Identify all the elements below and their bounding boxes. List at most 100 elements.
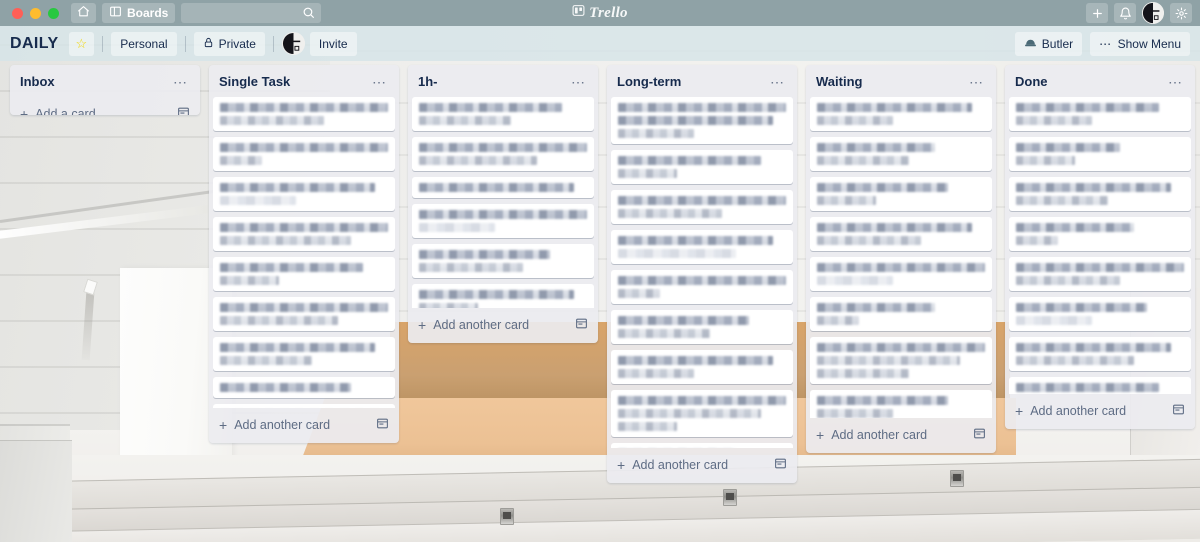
card[interactable] bbox=[611, 97, 793, 144]
list-menu-icon[interactable]: ⋯ bbox=[368, 75, 391, 89]
list-inbox[interactable]: Inbox ⋯ + Add a card bbox=[10, 65, 200, 115]
search-input[interactable] bbox=[187, 7, 316, 19]
list-title[interactable]: Inbox bbox=[20, 74, 169, 89]
card-redacted-text bbox=[419, 183, 574, 192]
card[interactable] bbox=[412, 244, 594, 278]
settings-button[interactable] bbox=[1170, 3, 1192, 23]
list-done[interactable]: Done ⋯ + Add another card bbox=[1005, 65, 1195, 429]
maximize-window-button[interactable] bbox=[48, 7, 59, 19]
member-avatar[interactable] bbox=[281, 32, 305, 55]
card[interactable] bbox=[611, 150, 793, 184]
card-container[interactable] bbox=[1005, 97, 1195, 394]
card-template-icon[interactable] bbox=[774, 457, 787, 473]
card[interactable] bbox=[213, 377, 395, 398]
card[interactable] bbox=[412, 177, 594, 198]
card[interactable] bbox=[213, 137, 395, 171]
list-title[interactable]: Long-term bbox=[617, 74, 766, 89]
card-container[interactable] bbox=[806, 97, 996, 418]
card[interactable] bbox=[810, 297, 992, 331]
card[interactable] bbox=[1009, 337, 1191, 371]
list-title[interactable]: Single Task bbox=[219, 74, 368, 89]
card[interactable] bbox=[213, 257, 395, 291]
add-card-button[interactable]: + Add a card bbox=[10, 97, 200, 115]
card[interactable] bbox=[1009, 177, 1191, 211]
list-waiting[interactable]: Waiting ⋯ + Add another card bbox=[806, 65, 996, 453]
list-title[interactable]: Waiting bbox=[816, 74, 965, 89]
list-menu-icon[interactable]: ⋯ bbox=[1164, 75, 1187, 89]
card[interactable] bbox=[810, 137, 992, 171]
add-card-button[interactable]: + Add another card bbox=[806, 418, 996, 453]
card[interactable] bbox=[810, 337, 992, 384]
card[interactable] bbox=[213, 177, 395, 211]
add-card-button[interactable]: + Add another card bbox=[408, 308, 598, 343]
card[interactable] bbox=[810, 97, 992, 131]
card[interactable] bbox=[412, 284, 594, 308]
invite-button[interactable]: Invite bbox=[309, 31, 357, 56]
card-template-icon[interactable] bbox=[376, 417, 389, 433]
card[interactable] bbox=[810, 217, 992, 251]
add-card-button[interactable]: + Add another card bbox=[607, 448, 797, 483]
card-redacted-text bbox=[220, 116, 325, 125]
list-menu-icon[interactable]: ⋯ bbox=[965, 75, 988, 89]
card[interactable] bbox=[1009, 97, 1191, 131]
card[interactable] bbox=[1009, 137, 1191, 171]
card[interactable] bbox=[213, 217, 395, 251]
list-long-term[interactable]: Long-term ⋯ + Add another card bbox=[607, 65, 797, 483]
close-window-button[interactable] bbox=[12, 7, 23, 19]
card[interactable] bbox=[213, 97, 395, 131]
star-board-button[interactable]: ☆ bbox=[68, 31, 95, 56]
card-redacted-text bbox=[618, 236, 773, 245]
card[interactable] bbox=[611, 350, 793, 384]
card[interactable] bbox=[810, 390, 992, 418]
add-card-button[interactable]: + Add another card bbox=[1005, 394, 1195, 429]
list-menu-icon[interactable]: ⋯ bbox=[766, 75, 789, 89]
card[interactable] bbox=[412, 97, 594, 131]
add-card-button[interactable]: + Add another card bbox=[209, 408, 399, 443]
list-title[interactable]: 1h- bbox=[418, 74, 567, 89]
card[interactable] bbox=[611, 390, 793, 437]
card[interactable] bbox=[611, 190, 793, 224]
card[interactable] bbox=[213, 297, 395, 331]
user-avatar[interactable] bbox=[1142, 2, 1164, 24]
card-container[interactable] bbox=[408, 97, 598, 308]
show-menu-label: Show Menu bbox=[1117, 36, 1181, 51]
card[interactable] bbox=[412, 204, 594, 238]
board-lists-canvas[interactable]: Inbox ⋯ + Add a card Single Task ⋯ + Add anothe… bbox=[0, 61, 1200, 542]
list-menu-icon[interactable]: ⋯ bbox=[169, 75, 192, 89]
card-template-icon[interactable] bbox=[575, 317, 588, 333]
home-button[interactable] bbox=[71, 3, 96, 23]
card[interactable] bbox=[412, 137, 594, 171]
boards-button[interactable]: Boards bbox=[102, 3, 176, 23]
card-template-icon[interactable] bbox=[1172, 403, 1185, 419]
list-menu-icon[interactable]: ⋯ bbox=[567, 75, 590, 89]
workspace-button[interactable]: Personal bbox=[111, 31, 177, 56]
list-1h[interactable]: 1h- ⋯ + Add another card bbox=[408, 65, 598, 343]
card[interactable] bbox=[1009, 257, 1191, 291]
header-divider-3 bbox=[272, 35, 274, 52]
card[interactable] bbox=[1009, 377, 1191, 394]
card[interactable] bbox=[213, 337, 395, 371]
notifications-button[interactable] bbox=[1114, 3, 1136, 23]
card[interactable] bbox=[611, 270, 793, 304]
show-menu-button[interactable]: ⋯ Show Menu bbox=[1090, 31, 1190, 56]
card-redacted-text bbox=[618, 409, 761, 418]
search-box[interactable] bbox=[181, 3, 322, 23]
card-redacted-text bbox=[220, 196, 296, 205]
minimize-window-button[interactable] bbox=[30, 7, 41, 19]
card[interactable] bbox=[611, 310, 793, 344]
card-template-icon[interactable] bbox=[973, 427, 986, 443]
card[interactable] bbox=[810, 257, 992, 291]
card[interactable] bbox=[1009, 297, 1191, 331]
card-container[interactable] bbox=[209, 97, 399, 408]
card[interactable] bbox=[1009, 217, 1191, 251]
visibility-button[interactable]: Private bbox=[193, 31, 265, 56]
list-title[interactable]: Done bbox=[1015, 74, 1164, 89]
butler-button[interactable]: Butler bbox=[1014, 31, 1083, 56]
card-container[interactable] bbox=[607, 97, 797, 448]
add-button[interactable] bbox=[1086, 3, 1108, 23]
card[interactable] bbox=[810, 177, 992, 211]
list-single-task[interactable]: Single Task ⋯ + Add another card bbox=[209, 65, 399, 443]
card-template-icon[interactable] bbox=[177, 106, 190, 115]
board-title[interactable]: DAILY bbox=[10, 35, 59, 53]
card[interactable] bbox=[611, 230, 793, 264]
